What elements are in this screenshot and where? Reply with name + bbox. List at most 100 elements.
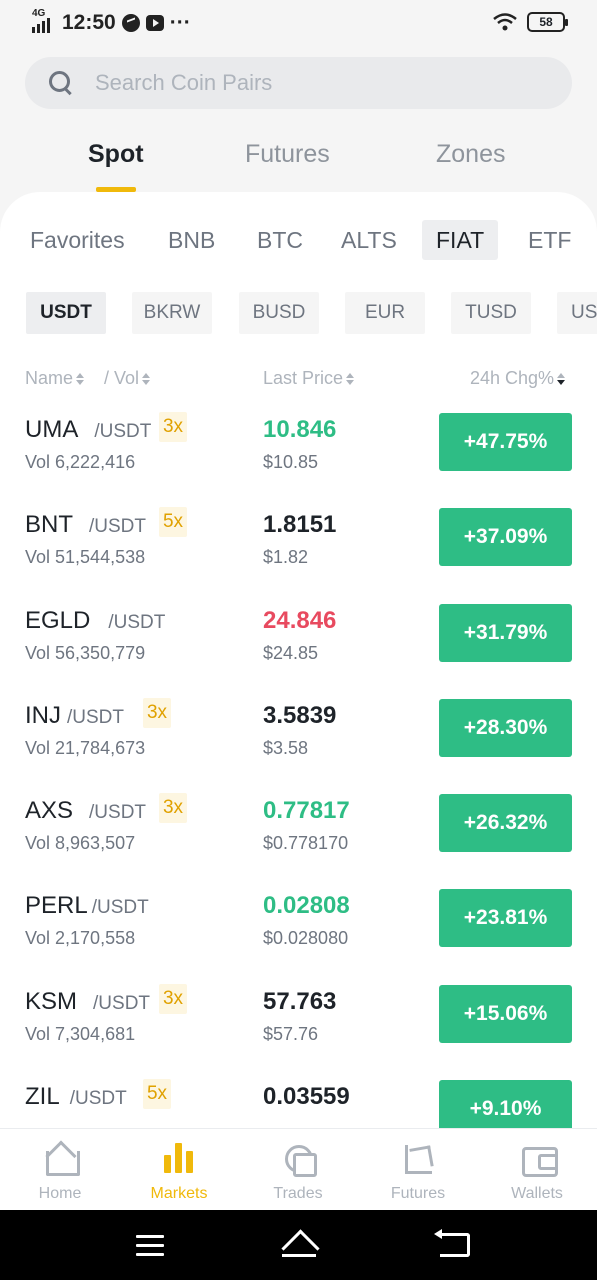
tab-zones[interactable]: Zones <box>436 140 505 169</box>
bottom-nav: Home Markets Trades Futures Wallets <box>0 1128 597 1210</box>
quote-symbol: /USDT <box>94 421 152 442</box>
leverage-badge: 3x <box>159 983 187 1014</box>
market-row[interactable]: BNT/USDT 5x Vol 51,544,538 1.8151 $1.82 +37.0… <box>0 493 597 588</box>
change-badge[interactable]: +23.81% <box>439 889 572 948</box>
category-alts[interactable]: ALTS <box>341 220 397 260</box>
trades-icon <box>281 1141 317 1177</box>
leverage-badge: 3x <box>159 412 187 442</box>
last-price: 57.763 <box>263 987 337 1015</box>
quote-tab-bkrw[interactable]: BKRW <box>132 292 212 334</box>
last-price: 0.77817 <box>263 797 350 825</box>
quote-tab-tusd[interactable]: TUSD <box>451 292 531 334</box>
nav-home[interactable]: Home <box>10 1141 110 1203</box>
category-btc[interactable]: BTC <box>257 220 303 260</box>
leverage-badge: 3x <box>143 697 171 728</box>
category-fiat[interactable]: FIAT <box>422 220 499 260</box>
market-row[interactable]: INJ/USDT 3x Vol 21,784,673 3.5839 $3.58 +28.3… <box>0 684 597 779</box>
wifi-icon <box>493 13 517 31</box>
usd-price: $0.028080 <box>263 928 349 949</box>
usd-price: $1.82 <box>263 547 309 568</box>
volume: Vol 56,350,779 <box>25 642 146 663</box>
nav-futures[interactable]: Futures <box>368 1141 468 1203</box>
nav-label: Home <box>38 1185 82 1202</box>
change-badge[interactable]: +31.79% <box>439 603 572 662</box>
usd-price: $57.76 <box>263 1023 319 1044</box>
quote-symbol: /USDT <box>91 897 149 919</box>
search-input[interactable]: Search Coin Pairs <box>95 70 272 96</box>
market-list: UMA/USDT 3x Vol 6,222,416 10.846 $10.85 +47.7… <box>0 398 597 1132</box>
last-price: 3.5839 <box>263 701 337 729</box>
quote-tab-us[interactable]: US <box>557 292 597 334</box>
nav-wallets[interactable]: Wallets <box>487 1141 587 1203</box>
pair-name: KSM/USDT <box>25 988 150 1016</box>
base-symbol: ZIL <box>25 1083 60 1111</box>
column-name-label: Name <box>25 368 74 388</box>
quote-symbol: /USDT <box>108 611 166 633</box>
pair-name: ZIL/USDT <box>25 1083 127 1111</box>
quote-symbol: /USDT <box>67 706 124 728</box>
market-row[interactable]: PERL/USDT Vol 2,170,558 0.02808 $0.028080 +2… <box>0 874 597 969</box>
quote-tab-eur[interactable]: EUR <box>345 292 425 334</box>
base-symbol: EGLD <box>25 606 91 634</box>
last-price: 1.8151 <box>263 511 337 539</box>
market-type-tabs: Spot Futures Zones <box>0 132 597 192</box>
column-price-label: Last Price <box>263 368 344 388</box>
change-badge[interactable]: +28.30% <box>439 698 572 757</box>
quote-symbol: /USDT <box>89 516 146 538</box>
change-badge[interactable]: +37.09% <box>439 508 572 567</box>
market-row[interactable]: UMA/USDT 3x Vol 6,222,416 10.846 $10.85 +47.7… <box>0 398 597 493</box>
sort-name[interactable]: Name <box>25 368 85 389</box>
usd-price: $3.58 <box>263 737 309 758</box>
change-badge[interactable]: +47.75% <box>439 413 572 471</box>
nav-markets[interactable]: Markets <box>129 1141 229 1203</box>
sort-volume[interactable]: / Vol <box>104 368 151 389</box>
search-bar[interactable]: Search Coin Pairs <box>25 57 572 109</box>
category-favorites[interactable]: Favorites <box>30 220 125 260</box>
sort-change[interactable]: 24h Chg% <box>470 368 566 389</box>
base-symbol: INJ <box>25 701 61 729</box>
futures-icon <box>401 1141 435 1175</box>
market-row[interactable]: ZIL/USDT 5x 0.03559 +9.10% <box>0 1065 597 1132</box>
tab-spot[interactable]: Spot <box>88 140 144 169</box>
system-home-button[interactable] <box>280 1230 318 1258</box>
market-row[interactable]: AXS/USDT 3x Vol 8,963,507 0.77817 $0.778170 +… <box>0 779 597 874</box>
nav-label: Trades <box>273 1185 323 1202</box>
leverage-badge: 5x <box>159 507 187 538</box>
nav-label: Markets <box>150 1185 208 1202</box>
quote-currency-tabs: USDT BKRW BUSD EUR TUSD US <box>0 292 597 334</box>
pair-name: UMA/USDT <box>25 416 151 444</box>
status-bar: 4G 12:50 ··· 58 <box>0 0 597 46</box>
category-tabs: Favorites BNB BTC ALTS FIAT ETF <box>0 220 597 266</box>
last-price: 24.846 <box>263 606 337 634</box>
sort-icon <box>346 372 355 385</box>
usd-price: $24.85 <box>263 642 319 663</box>
category-etf[interactable]: ETF <box>528 220 571 260</box>
quote-tab-usdt[interactable]: USDT <box>26 292 106 334</box>
system-back-button[interactable] <box>434 1229 470 1257</box>
volume: Vol 8,963,507 <box>25 833 136 854</box>
column-change-label: 24h Chg% <box>470 368 555 388</box>
quote-tab-busd[interactable]: BUSD <box>239 292 319 334</box>
volume: Vol 21,784,673 <box>25 737 146 758</box>
category-bnb[interactable]: BNB <box>168 220 215 260</box>
nav-label: Wallets <box>511 1185 563 1202</box>
nav-trades[interactable]: Trades <box>248 1141 348 1203</box>
sort-desc-icon <box>557 372 566 385</box>
market-row[interactable]: KSM/USDT 3x Vol 7,304,681 57.763 $57.76 +15.0… <box>0 970 597 1065</box>
sort-last-price[interactable]: Last Price <box>263 368 355 389</box>
nav-label: Futures <box>390 1185 446 1202</box>
change-badge[interactable]: +9.10% <box>439 1080 572 1132</box>
quote-symbol: /USDT <box>69 1088 127 1110</box>
change-badge[interactable]: +26.32% <box>439 794 572 853</box>
pair-name: PERL/USDT <box>25 892 149 920</box>
tab-futures[interactable]: Futures <box>245 140 330 169</box>
markets-card: Favorites BNB BTC ALTS FIAT ETF USDT BKR… <box>0 192 597 1132</box>
recent-apps-button[interactable] <box>136 1235 164 1256</box>
change-badge[interactable]: +15.06% <box>439 984 572 1043</box>
base-symbol: AXS <box>25 797 74 825</box>
markets-icon <box>162 1141 196 1175</box>
market-row[interactable]: EGLD/USDT Vol 56,350,779 24.846 $24.85 +31.7… <box>0 589 597 684</box>
leverage-badge: 5x <box>143 1079 171 1110</box>
leverage-badge: 3x <box>159 793 187 824</box>
telegram-icon <box>121 14 140 32</box>
